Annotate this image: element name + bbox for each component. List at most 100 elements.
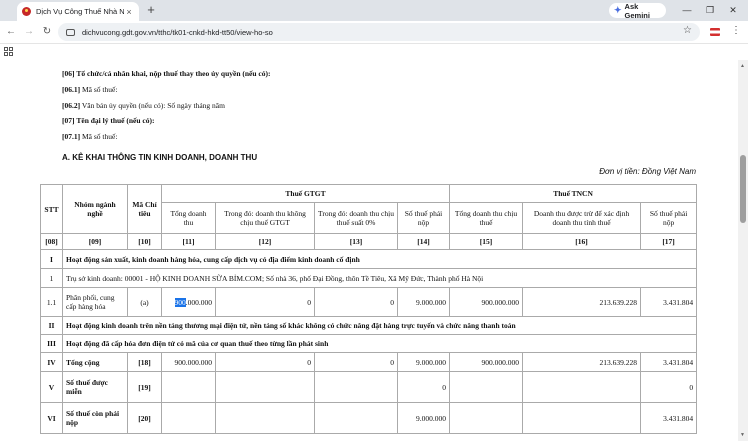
header-c15: Tổng doanh thu chịu thuế: [449, 202, 524, 234]
reload-icon[interactable]: ↻: [40, 25, 54, 39]
row-1-text: Trụ sở kinh doanh: 00001 - HỘ KINH DOANH…: [61, 268, 698, 288]
row-IV-c17: 3.431.804: [640, 352, 698, 372]
field-07-code: [07]: [62, 116, 75, 125]
bookmarks-bar: [0, 44, 748, 60]
site-settings-icon[interactable]: [66, 28, 75, 36]
url-text[interactable]: dichvucong.gdt.gov.vn/tthc/tk01-cnkd-hkd…: [82, 28, 273, 37]
profile-avatar[interactable]: [710, 28, 720, 36]
row-VI-stt: VI: [40, 402, 63, 434]
minimize-icon[interactable]: —: [681, 3, 693, 17]
table-row-III: III Hoạt động đã cấp hóa đơn điện tử có …: [40, 334, 698, 353]
tab-close-icon[interactable]: ×: [124, 7, 134, 17]
row-IV-c16: 213.639.228: [522, 352, 642, 372]
row-1-1-c15: 900.000.000: [449, 287, 524, 317]
browser-toolbar: ← → ↻ dichvucong.gdt.gov.vn/tthc/tk01-cn…: [0, 21, 748, 44]
table-row-IV: IV Tổng cộng [18] 900.000.000 0 0 9.000.…: [40, 352, 698, 372]
bookmark-star-icon[interactable]: ☆: [683, 25, 692, 36]
header-row-1: STT Nhóm ngành nghề Mã Chỉ tiêu Thuế GTG…: [40, 184, 698, 234]
row-1-1-c11-rest: .000.000: [185, 297, 212, 307]
field-06-2: [06.2] Văn bản ủy quyền (nếu có): Số ngà…: [62, 101, 225, 110]
row-IV-c12: 0: [215, 352, 315, 372]
row-II-stt: II: [40, 316, 63, 335]
field-06: [06] Tổ chức/cá nhân khai, nộp thuế thay…: [62, 69, 271, 78]
header-nhom-nganh: Nhóm ngành nghề: [62, 184, 128, 234]
tab-strip: Dịch Vụ Công Thuế Nhà Nước × + ✦ Ask Gem…: [0, 0, 748, 21]
header-thue-tncn: Thuế TNCN: [449, 184, 698, 203]
table-row-1-1: 1.1 Phân phối, cung cấp hàng hóa (a) 900…: [40, 287, 698, 317]
table-row-1: 1 Trụ sở kinh doanh: 00001 - HỘ KINH DOA…: [40, 268, 698, 288]
table-row-I: I Hoạt động sản xuất, kinh doanh hàng hó…: [40, 249, 698, 269]
page-scrollbar[interactable]: ▲ ▼: [738, 60, 748, 441]
row-VI-c16: [522, 402, 642, 434]
code-11: [11]: [161, 233, 216, 250]
row-I-stt: I: [40, 249, 63, 269]
code-row: [08] [09] [10] [11] [12] [13] [14] [15] …: [40, 233, 698, 250]
row-1-1-c16: 213.639.228: [522, 287, 642, 317]
scroll-up-icon[interactable]: ▲: [740, 63, 745, 69]
code-13: [13]: [314, 233, 398, 250]
row-V-c17: 0: [640, 371, 698, 403]
row-1-1-stt: 1.1: [40, 287, 63, 317]
forward-arrow-icon[interactable]: →: [22, 25, 36, 39]
row-1-1-c13: 0: [314, 287, 398, 317]
field-07-1-code: [07.1]: [62, 132, 81, 141]
menu-icon[interactable]: ⋮: [731, 25, 741, 36]
row-VI-nhom: Số thuế còn phải nộp: [62, 402, 128, 434]
currency-unit: Đơn vị tiền: Đồng Việt Nam: [599, 167, 696, 176]
header-c11: Tổng doanh thu: [161, 202, 216, 234]
ask-gemini-label: Ask Gemini: [624, 1, 650, 20]
table-row-V: V Số thuế được miễn [19] 0 0: [40, 371, 698, 403]
code-14: [14]: [396, 233, 451, 250]
row-V-c16: [522, 371, 642, 403]
code-12: [12]: [215, 233, 315, 250]
row-III-stt: III: [40, 334, 63, 353]
row-1-1-c11[interactable]: 900.000.000: [161, 287, 216, 317]
field-06-2-text: Văn bản ủy quyền (nếu có): Số ngày tháng…: [81, 101, 225, 110]
ask-gemini-button[interactable]: ✦ Ask Gemini: [609, 1, 666, 20]
code-17: [17]: [640, 233, 698, 250]
field-07-text: Tên đại lý thuế (nếu có):: [76, 116, 155, 125]
row-1-1-c17: 3.431.804: [640, 287, 698, 317]
back-arrow-icon[interactable]: ←: [4, 25, 18, 39]
row-IV-c14: 9.000.000: [396, 352, 451, 372]
page-viewport: [06] Tổ chức/cá nhân khai, nộp thuế thay…: [0, 60, 738, 441]
row-VI-c13: [314, 402, 398, 434]
row-1-1-c11-selection: 900: [174, 297, 186, 307]
address-bar[interactable]: dichvucong.gdt.gov.vn/tthc/tk01-cnkd-hkd…: [58, 23, 700, 41]
row-IV-c13: 0: [314, 352, 398, 372]
row-III-text: Hoạt động đã cấp hóa đơn điện tử có mã c…: [61, 334, 698, 353]
row-IV-stt: IV: [40, 352, 63, 372]
header-c14: Số thuế phải nộp: [396, 202, 451, 234]
row-1-stt: 1: [40, 268, 63, 288]
header-c13: Trong đó: doanh thu chịu thuế suất 0%: [314, 202, 398, 234]
row-VI-c11: [161, 402, 216, 434]
row-IV-nhom: Tổng cộng: [62, 352, 128, 372]
field-07-1-text: Mã số thuế:: [82, 132, 118, 141]
code-16: [16]: [522, 233, 642, 250]
table-row-VI: VI Số thuế còn phải nộp [20] 9.000.000 3…: [40, 402, 698, 434]
row-VI-c17: 3.431.804: [640, 402, 698, 434]
section-a-title: A. KÊ KHAI THÔNG TIN KINH DOANH, DOANH T…: [62, 153, 258, 162]
scrollbar-thumb[interactable]: [740, 155, 746, 223]
code-08: [08]: [40, 233, 63, 250]
field-06-1: [06.1] Mã số thuế:: [62, 85, 117, 94]
row-V-stt: V: [40, 371, 63, 403]
code-15: [15]: [449, 233, 524, 250]
row-V-c15: [449, 371, 524, 403]
code-10: [10]: [127, 233, 162, 250]
row-V-c13: [314, 371, 398, 403]
header-stt: STT: [40, 184, 63, 234]
new-tab-button[interactable]: +: [145, 3, 157, 17]
field-06-code: [06]: [62, 69, 75, 78]
row-V-nhom: Số thuế được miễn: [62, 371, 128, 403]
table-row-II: II Hoạt động kinh doanh trên nền tảng th…: [40, 316, 698, 335]
field-06-1-code: [06.1]: [62, 85, 81, 94]
browser-tab[interactable]: Dịch Vụ Công Thuế Nhà Nước ×: [17, 2, 139, 21]
close-icon[interactable]: ✕: [727, 3, 739, 17]
apps-icon[interactable]: [4, 47, 13, 56]
row-VI-c15: [449, 402, 524, 434]
maximize-icon[interactable]: ❐: [704, 3, 716, 17]
row-1-1-c14: 9.000.000: [396, 287, 451, 317]
row-VI-ma: [20]: [127, 402, 162, 434]
scroll-down-icon[interactable]: ▼: [740, 432, 745, 438]
